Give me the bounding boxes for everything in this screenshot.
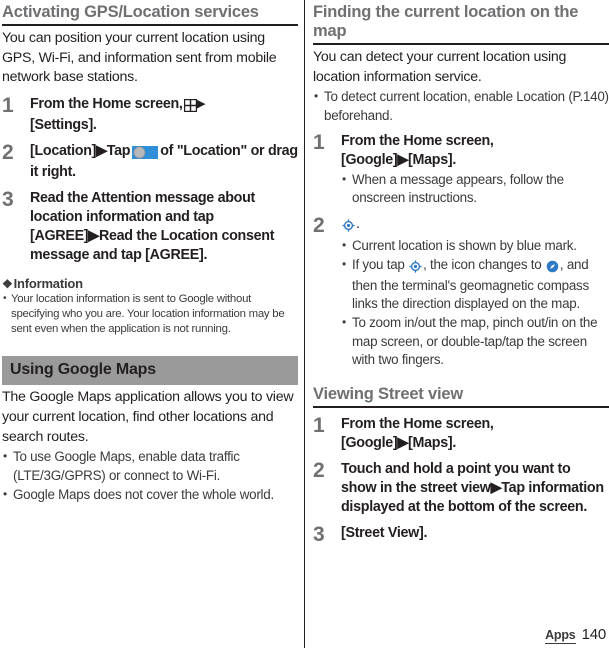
list-item: Current location is shown by blue mark. [341, 236, 609, 255]
step-text-after-icon: . [356, 215, 360, 232]
step-text-label: From the Home screen, [Google]▶[Maps]. [341, 133, 494, 168]
maps-intro-paragraph: The Google Maps application allows you t… [2, 389, 294, 445]
information-heading: ❖Information [2, 276, 298, 291]
right-step-2: 2 . Current location is shown by blue ma… [313, 215, 609, 370]
column-divider [304, 0, 305, 648]
street-step-2: 2 Touch and hold a point you want to sho… [313, 460, 609, 517]
right-intro-paragraph: You can detect your current location usi… [313, 49, 567, 85]
step-number: 3 [313, 522, 325, 546]
step-number: 2 [2, 140, 14, 164]
list-item: To use Google Maps, enable data traffic … [2, 447, 298, 485]
list-item: Your location information is sent to Goo… [2, 291, 298, 338]
step-text: From the Home screen, ▶ [Settings]. [30, 95, 298, 135]
step-text-part-2: [Settings]. [30, 116, 97, 133]
step-number: 1 [313, 413, 325, 437]
step-text: From the Home screen, [Google]▶[Maps]. [341, 415, 494, 451]
right-page-title: Finding the current location on the map [313, 0, 609, 45]
floret-icon: ❖ [2, 276, 13, 291]
subsection-title: Viewing Street view [313, 382, 609, 408]
bullet-part-2: , the icon changes to [423, 257, 542, 273]
step-number: 1 [2, 93, 14, 117]
step-bullet-list: Current location is shown by blue mark. … [341, 236, 609, 370]
step-text: . Current location is shown by blue mark… [341, 215, 609, 370]
step-text: Touch and hold a point you want to show … [341, 460, 604, 515]
target-locate-icon [341, 217, 356, 236]
list-item: When a message appears, follow the onscr… [341, 170, 609, 208]
step-text: [Location]▶Tap of "Location" or drag it r… [30, 142, 298, 182]
target-locate-icon [408, 258, 423, 276]
list-item: Google Maps does not cover the whole wor… [2, 485, 298, 504]
left-column: Activating GPS/Location services You can… [2, 0, 298, 648]
step-bullet-list: When a message appears, follow the onscr… [341, 170, 609, 208]
toggle-switch-icon [130, 144, 160, 163]
bullet-part-1: If you tap [352, 257, 405, 273]
section-banner: Using Google Maps [2, 356, 298, 386]
step-text: From the Home screen, [Google]▶[Maps]. W… [341, 132, 609, 208]
compass-icon [545, 258, 560, 276]
page-footer: Apps 140 [545, 626, 606, 644]
step-1: 1 From the Home screen, ▶ [Settings]. [2, 95, 298, 135]
apps-grid-icon [183, 97, 197, 116]
step-number: 3 [2, 187, 14, 211]
right-step-1: 1 From the Home screen, [Google]▶[Maps].… [313, 132, 609, 208]
step-number: 2 [313, 213, 325, 237]
manual-page: Activating GPS/Location services You can… [0, 0, 609, 648]
step-text-part-1: [Location]▶Tap [30, 142, 131, 159]
step-text-part-1: From the Home screen, [30, 95, 183, 112]
step-2: 2 [Location]▶Tap of "Location" or drag it… [2, 142, 298, 182]
step-3: 3 Read the Attention message about locat… [2, 189, 298, 265]
street-step-1: 1 From the Home screen, [Google]▶[Maps]. [313, 415, 609, 453]
page-title: Activating GPS/Location services [2, 0, 298, 26]
intro-paragraph: You can position your current location u… [2, 30, 277, 86]
street-step-3: 3 [Street View]. [313, 522, 609, 546]
list-item: To detect current location, enable Locat… [313, 87, 609, 125]
step-text: [Street View]. [341, 524, 428, 541]
right-intro-bullet-list: To detect current location, enable Locat… [313, 87, 609, 125]
step-number: 2 [313, 458, 325, 482]
list-item-with-icons: If you tap , the icon changes to , and t… [341, 255, 609, 313]
maps-bullet-list: To use Google Maps, enable data traffic … [2, 447, 298, 504]
information-heading-label: Information [13, 275, 83, 291]
right-column: Finding the current location on the map … [313, 0, 609, 648]
list-item: To zoom in/out the map, pinch out/in on … [341, 313, 609, 369]
arrow-icon: ▶ [196, 97, 205, 110]
footer-section-tab: Apps [545, 628, 576, 644]
step-number: 1 [313, 131, 325, 154]
step-text: Read the Attention message about locatio… [30, 189, 275, 263]
page-number: 140 [581, 626, 607, 643]
information-bullet-list: Your location information is sent to Goo… [2, 291, 298, 338]
